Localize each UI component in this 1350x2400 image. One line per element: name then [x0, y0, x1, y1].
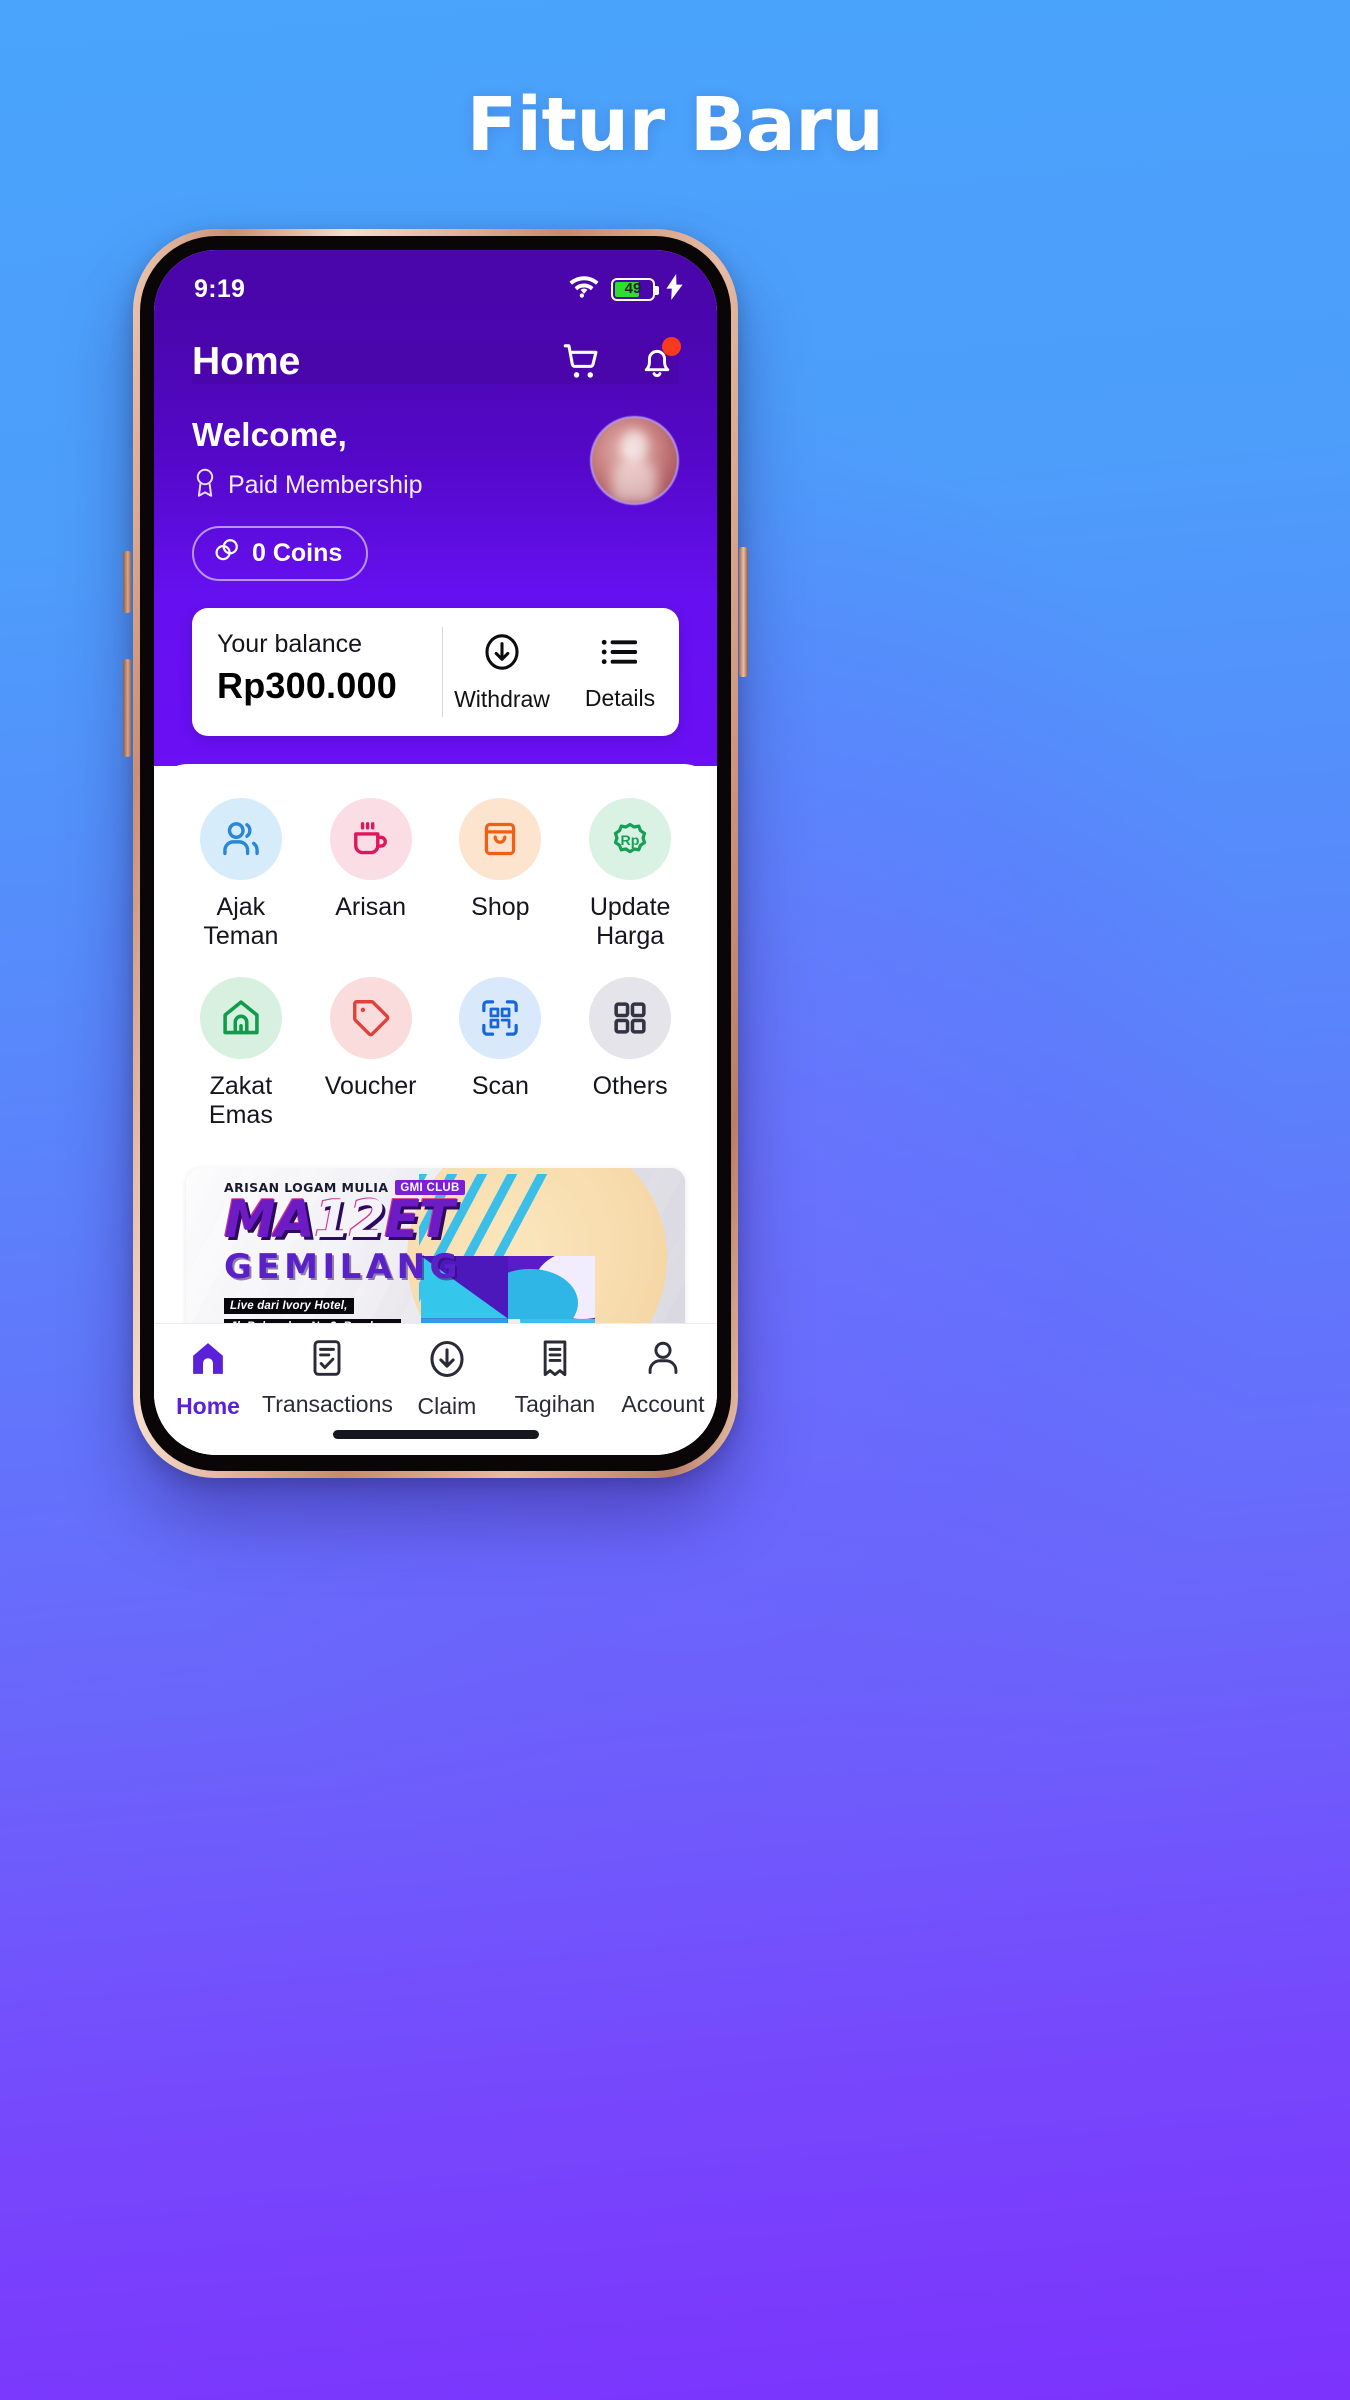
withdraw-label: Withdraw — [454, 686, 550, 712]
nav-item-claim[interactable]: Claim — [393, 1338, 501, 1420]
phone-button-volume-down — [123, 659, 131, 757]
menu-item-zakat-emas[interactable]: Zakat Emas — [176, 977, 306, 1130]
list-icon — [599, 632, 641, 677]
page-title: Fitur Baru — [466, 82, 884, 168]
nav-item-account[interactable]: Account — [609, 1338, 717, 1418]
phone-screen: 9:19 49 Home Welcome, Paid Membership 0 … — [154, 250, 717, 1455]
menu-label: Shop — [471, 893, 530, 921]
home-indicator — [332, 1430, 539, 1439]
tag-icon — [329, 977, 412, 1059]
menu-item-others[interactable]: Others — [565, 977, 695, 1130]
phone-button-power — [739, 547, 748, 677]
welcome-greeting: Welcome, — [192, 416, 348, 453]
house-icon — [199, 977, 282, 1059]
coffee-cup-icon — [329, 798, 412, 880]
menu-label: Ajak Teman — [203, 893, 279, 950]
promo-info-line: Live dari Ivory Hotel, — [224, 1297, 354, 1314]
details-button[interactable]: Details — [561, 608, 679, 736]
menu-label: Arisan — [335, 893, 407, 921]
nav-item-home[interactable]: Home — [154, 1338, 262, 1420]
download-circle-icon — [426, 1338, 468, 1385]
phone-mockup: 9:19 49 Home Welcome, Paid Membership 0 … — [123, 229, 748, 1478]
withdraw-button[interactable]: Withdraw — [443, 608, 561, 736]
menu-item-arisan[interactable]: Arisan — [306, 798, 436, 951]
download-circle-icon — [481, 631, 523, 678]
promo-headline: MA12ET — [224, 1190, 454, 1250]
balance-card: Your balance Rp300.000 Withdraw Details — [192, 608, 679, 736]
menu-item-scan[interactable]: Scan — [436, 977, 566, 1130]
app-title: Home — [192, 340, 301, 383]
menu-item-shop[interactable]: Shop — [436, 798, 566, 951]
nav-label: Home — [176, 1393, 240, 1419]
menu-label: Others — [592, 1072, 668, 1100]
receipt-icon — [535, 1338, 575, 1383]
grid-icon — [589, 977, 672, 1059]
avatar[interactable] — [590, 416, 679, 505]
membership-label: Paid Membership — [228, 471, 423, 499]
people-icon — [199, 798, 282, 880]
status-bar: 9:19 49 — [154, 250, 717, 312]
menu-item-update-harga[interactable]: Rp Update Harga — [565, 798, 695, 951]
rupiah-badge-icon: Rp — [589, 798, 672, 880]
coins-badge[interactable]: 0 Coins — [192, 526, 369, 581]
menu-label: Zakat Emas — [208, 1072, 273, 1129]
menu-item-voucher[interactable]: Voucher — [306, 977, 436, 1130]
home-icon — [187, 1338, 229, 1385]
person-icon — [643, 1338, 683, 1383]
app-header: Home — [192, 337, 681, 384]
menu-label: Update Harga — [589, 893, 671, 950]
hero-section: Home Welcome, Paid Membership 0 Coins Yo… — [154, 312, 717, 766]
coins-label: 0 Coins — [252, 539, 343, 567]
shopping-cart-icon[interactable] — [561, 340, 605, 384]
medal-award-icon — [192, 467, 218, 504]
document-check-icon — [307, 1338, 347, 1383]
nav-label: Tagihan — [514, 1391, 596, 1417]
menu-label: Scan — [471, 1072, 529, 1100]
nav-label: Account — [621, 1391, 705, 1417]
notification-bell-icon[interactable] — [635, 337, 681, 384]
notification-badge — [662, 337, 681, 356]
balance-label: Your balance — [217, 630, 363, 658]
menu-label: Voucher — [324, 1072, 417, 1100]
charging-bolt-icon — [666, 273, 683, 305]
bottom-navigation: Home Transactions Claim Tagihan Account — [154, 1323, 717, 1455]
phone-bezel: 9:19 49 Home Welcome, Paid Membership 0 … — [140, 236, 731, 1471]
status-time: 9:19 — [194, 274, 246, 303]
balance-amount: Rp300.000 — [217, 665, 397, 706]
coins-icon — [214, 538, 240, 569]
shopping-bag-icon — [459, 798, 542, 880]
menu-item-ajak-teman[interactable]: Ajak Teman — [176, 798, 306, 951]
qr-scan-icon — [459, 977, 542, 1059]
wifi-icon — [568, 275, 600, 304]
welcome-row: Welcome, Paid Membership 0 Coins — [192, 416, 679, 581]
phone-button-volume-up — [123, 551, 131, 613]
details-label: Details — [584, 685, 656, 711]
battery-icon: 49 — [611, 277, 659, 301]
quick-menu-grid: Ajak Teman Arisan Shop Rp Update Harga Z… — [176, 798, 695, 1130]
battery-percent: 49 — [624, 280, 642, 297]
nav-label: Transactions — [262, 1391, 393, 1417]
nav-label: Claim — [417, 1393, 477, 1419]
nav-item-tagihan[interactable]: Tagihan — [501, 1338, 609, 1418]
nav-item-transactions[interactable]: Transactions — [262, 1338, 393, 1418]
svg-text:Rp: Rp — [621, 833, 640, 849]
